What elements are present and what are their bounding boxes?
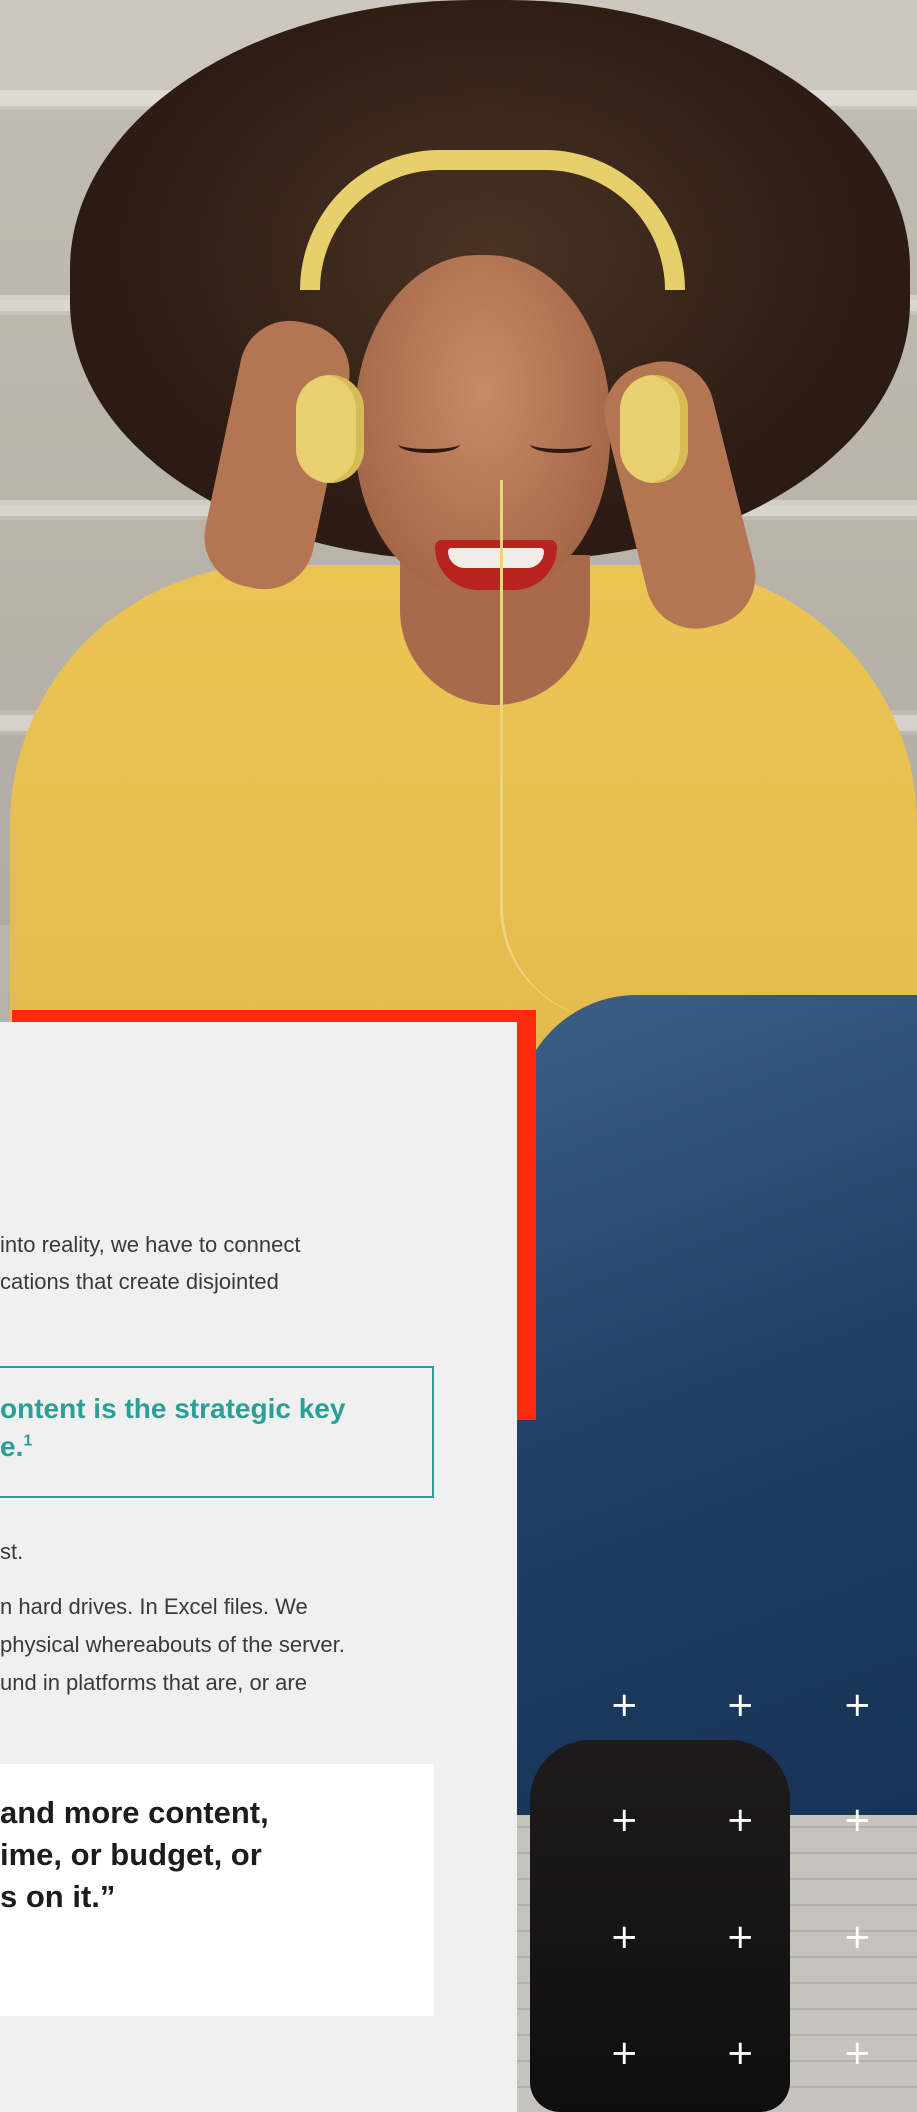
plus-decoration: + xyxy=(726,1685,755,1725)
intro-line: cations that create disjointed xyxy=(0,1269,279,1294)
left-eye xyxy=(398,435,460,453)
headphone-cable xyxy=(500,480,613,1020)
headphone-right-cup xyxy=(620,375,688,483)
plus-decoration: + xyxy=(610,1800,639,1840)
footnote-marker[interactable]: 1 xyxy=(23,1433,32,1450)
callout-line: e. xyxy=(0,1431,24,1462)
paragraph-line: st. xyxy=(0,1539,24,1564)
quote-line: and more content, xyxy=(0,1795,269,1830)
intro-line: into reality, we have to connect xyxy=(0,1232,301,1257)
paragraph-line: physical whereabouts of the server. xyxy=(0,1632,345,1657)
plus-decoration: + xyxy=(726,2033,755,2073)
plus-decoration: + xyxy=(610,1685,639,1725)
pull-quote: and more content, ime, or budget, or s on … xyxy=(0,1792,269,1918)
plus-decoration: + xyxy=(610,1917,639,1957)
paragraph-line: und in platforms that are, or are xyxy=(0,1670,307,1695)
plus-decoration: + xyxy=(726,1917,755,1957)
plus-decoration: + xyxy=(843,1685,872,1725)
quote-line: s on it.” xyxy=(0,1879,116,1914)
right-eye xyxy=(530,435,592,453)
plus-decoration: + xyxy=(610,2033,639,2073)
plus-decoration: + xyxy=(843,1800,872,1840)
plus-decoration: + xyxy=(843,1917,872,1957)
callout-line: ontent is the strategic key xyxy=(0,1393,346,1424)
headphone-left-cup xyxy=(296,375,364,483)
quote-line: ime, or budget, or xyxy=(0,1837,262,1872)
plus-decoration: + xyxy=(726,1800,755,1840)
plus-decoration: + xyxy=(843,2033,872,2073)
callout-text: ontent is the strategic key e.1 xyxy=(0,1390,345,1466)
paragraph-line: n hard drives. In Excel files. We xyxy=(0,1594,308,1619)
